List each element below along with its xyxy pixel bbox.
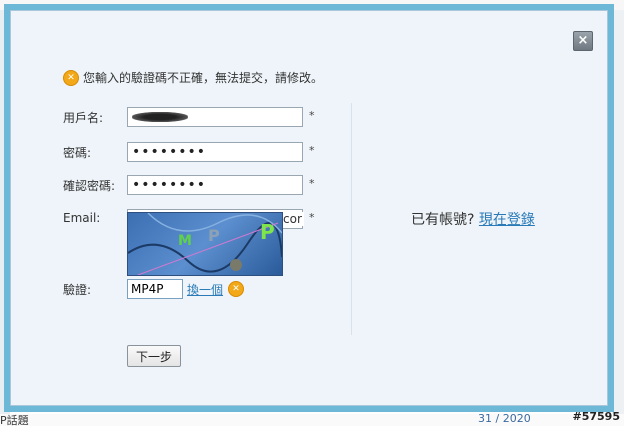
captcha-input[interactable]: MP4P: [127, 279, 183, 299]
email-field-visible-text: cor: [281, 212, 304, 226]
background-bottom-count: 31 / 2020: [478, 412, 531, 425]
register-dialog: × ✕ 您輸入的驗證碼不正確，無法提交，請修改。 用戶名: * 密碼: ••••…: [4, 4, 614, 412]
next-step-button[interactable]: 下一步: [127, 345, 181, 367]
username-required-mark: *: [309, 109, 315, 122]
vertical-divider: [351, 103, 352, 335]
captcha-char-1: M: [178, 233, 192, 249]
error-text: 您輸入的驗證碼不正確，無法提交，請修改。: [83, 71, 324, 85]
change-captcha-link[interactable]: 換一個: [187, 281, 223, 298]
confirm-password-label: 確認密碼:: [63, 179, 116, 193]
register-dialog-body: × ✕ 您輸入的驗證碼不正確，無法提交，請修改。 用戶名: * 密碼: ••••…: [10, 10, 608, 406]
password-label: 密碼:: [63, 146, 92, 160]
login-prompt: 已有帳號? 現在登錄: [411, 209, 535, 229]
login-prompt-text: 已有帳號?: [411, 212, 475, 228]
captcha-image: M P P: [127, 212, 283, 276]
username-field[interactable]: [127, 107, 303, 127]
close-button[interactable]: ×: [573, 31, 593, 51]
captcha-error-icon: ✕: [228, 281, 244, 297]
login-now-link[interactable]: 現在登錄: [479, 212, 535, 228]
error-icon: ✕: [63, 69, 79, 86]
password-required-mark: *: [309, 144, 315, 157]
captcha-char-2: P: [208, 226, 220, 245]
password-field[interactable]: ••••••••: [127, 142, 303, 162]
verify-label: 驗證:: [63, 283, 92, 297]
confirm-password-field[interactable]: ••••••••: [127, 175, 303, 195]
email-label: Email:: [63, 211, 101, 225]
username-redacted: [132, 112, 188, 122]
email-required-mark: *: [309, 211, 315, 224]
error-message: ✕ 您輸入的驗證碼不正確，無法提交，請修改。: [63, 69, 323, 86]
captcha-char-3: P: [260, 220, 275, 244]
username-label: 用戶名:: [63, 111, 104, 125]
close-icon: ×: [577, 33, 589, 48]
confirm-password-required-mark: *: [309, 177, 315, 190]
